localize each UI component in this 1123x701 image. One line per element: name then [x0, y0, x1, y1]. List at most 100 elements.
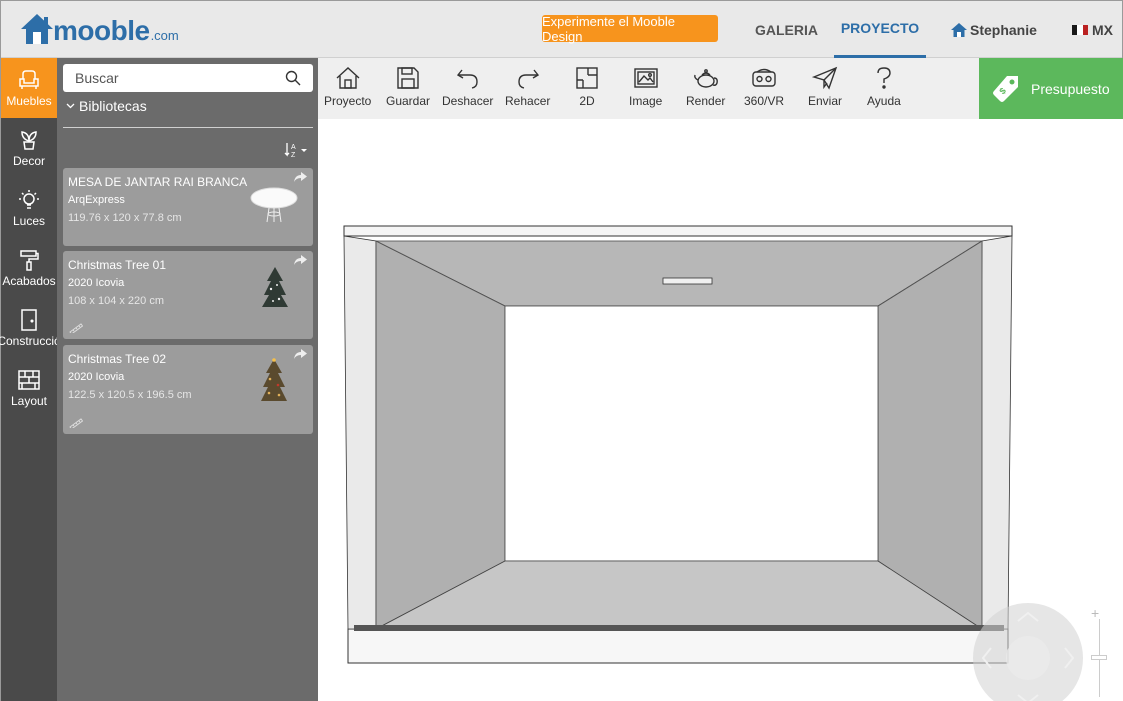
vr-headset-icon [752, 68, 776, 87]
logo-text: mooble [53, 15, 150, 46]
3d-viewport[interactable]: + [318, 119, 1123, 701]
mooble-logo[interactable]: mooble .com [19, 12, 179, 46]
christmas-tree-thumbnail [262, 267, 288, 307]
home-icon [951, 22, 967, 37]
plant-icon [21, 130, 37, 150]
tool-label: 2D [579, 94, 595, 108]
toolbar: Proyecto Guardar Deshacer Rehacer 2D Ima… [318, 58, 979, 119]
render-button[interactable]: Render [686, 66, 725, 114]
country-code: MX [1092, 21, 1113, 38]
armchair-icon [19, 69, 39, 89]
help-question-icon [877, 67, 891, 89]
category-construccion[interactable]: Construcció [0, 298, 61, 358]
svg-text:Z: Z [291, 152, 296, 158]
tool-label: Guardar [386, 94, 431, 108]
house-logo-icon [21, 14, 53, 44]
tool-label: Deshacer [442, 94, 494, 108]
category-luces[interactable]: Luces [1, 178, 57, 238]
category-decor[interactable]: Decor [1, 118, 57, 178]
mooble-design-promo-button[interactable]: Experimente el Mooble Design [542, 14, 718, 44]
lightbulb-icon [19, 189, 39, 209]
nav-proyecto[interactable]: PROYECTO [834, 1, 926, 58]
libraries-label: Bibliotecas [79, 98, 147, 114]
item-title: Christmas Tree 01 [68, 258, 167, 272]
library-panel: Bibliotecas AZ MESA DE JANTAR RAI BRANCA… [57, 58, 318, 701]
rehacer-button[interactable]: Rehacer [505, 66, 550, 114]
tool-label: Proyecto [324, 94, 372, 108]
item-dimensions: 122.5 x 120.5 x 196.5 cm [68, 389, 192, 401]
mexico-flag-icon [1072, 24, 1088, 35]
item-brand: ArqExpress [68, 194, 125, 206]
paper-plane-icon [812, 66, 838, 90]
category-label: Acabados [2, 273, 56, 288]
brick-wall-icon [18, 369, 40, 390]
round-table-thumbnail [250, 187, 298, 223]
tool-label: Render [686, 94, 726, 108]
zoom-slider-handle[interactable] [1091, 655, 1107, 660]
user-name: Stephanie [970, 21, 1037, 38]
christmas-tree-thumbnail [261, 358, 287, 401]
search-icon[interactable] [285, 70, 301, 86]
item-dimensions: 119.76 x 120 x 77.8 cm [68, 212, 182, 224]
ayuda-button[interactable]: Ayuda [867, 66, 901, 114]
library-item-christmas-tree-01[interactable]: Christmas Tree 01 2020 Icovia 108 x 104 … [63, 251, 313, 339]
category-label: Decor [12, 153, 45, 168]
360-vr-button[interactable]: 360/VR [744, 66, 784, 114]
undo-icon [456, 69, 478, 89]
logo-suffix: .com [150, 28, 179, 43]
floor-plan-icon [576, 67, 598, 89]
teapot-icon [693, 69, 718, 88]
divider [63, 127, 313, 128]
chevron-down-icon [66, 103, 75, 109]
item-title: MESA DE JANTAR RAI BRANCA [68, 175, 248, 189]
house-outline-icon [336, 67, 360, 89]
libraries-toggle[interactable]: Bibliotecas [66, 98, 147, 114]
save-icon [397, 67, 419, 89]
share-arrow-icon[interactable] [294, 172, 307, 182]
library-item-christmas-tree-02[interactable]: Christmas Tree 02 2020 Icovia 122.5 x 12… [63, 345, 313, 434]
tool-label: 360/VR [744, 94, 785, 108]
deshacer-button[interactable]: Deshacer [442, 66, 493, 114]
category-label: Layout [10, 393, 48, 408]
tool-label: Enviar [808, 94, 843, 108]
library-item-mesa-de-jantar[interactable]: MESA DE JANTAR RAI BRANCA ArqExpress 119… [63, 168, 313, 246]
sort-alpha-icon: AZ [284, 143, 307, 158]
paint-roller-icon [20, 249, 39, 271]
tool-label: Ayuda [867, 94, 901, 108]
nav-galeria[interactable]: GALERIA [755, 1, 818, 58]
ruler-icon [69, 323, 83, 333]
category-layout[interactable]: Layout [1, 358, 57, 418]
tool-label: Rehacer [505, 94, 551, 108]
door-icon [21, 308, 37, 331]
2d-view-button[interactable]: 2D [575, 66, 599, 114]
budget-label: Presupuesto [1031, 80, 1110, 97]
image-button[interactable]: Image [629, 66, 662, 114]
share-arrow-icon[interactable] [294, 349, 307, 359]
category-muebles[interactable]: Muebles [1, 58, 57, 118]
country-selector[interactable]: MX [1072, 1, 1113, 58]
image-icon [633, 68, 658, 88]
search-input[interactable] [75, 70, 275, 86]
redo-icon [517, 69, 539, 89]
guardar-button[interactable]: Guardar [386, 66, 430, 114]
top-header: mooble .com Experimente el Mooble Design… [1, 1, 1122, 58]
item-dimensions: 108 x 104 x 220 cm [68, 295, 165, 307]
category-acabados[interactable]: Acabados [1, 238, 57, 298]
category-sidebar: Muebles Decor Luces Acabados Construcció… [0, 58, 61, 701]
tool-label: Image [629, 94, 663, 108]
category-label: Muebles [6, 93, 52, 108]
search-box [63, 64, 313, 92]
share-arrow-icon[interactable] [294, 255, 307, 265]
item-title: Christmas Tree 02 [68, 352, 167, 366]
zoom-in-icon[interactable]: + [1091, 605, 1099, 621]
proyecto-button[interactable]: Proyecto [324, 66, 371, 114]
enviar-button[interactable]: Enviar [808, 66, 842, 114]
presupuesto-button[interactable]: $ Presupuesto [979, 58, 1123, 119]
category-label: Construcció [0, 333, 61, 348]
ruler-icon [69, 418, 83, 428]
category-label: Luces [12, 213, 46, 228]
sort-button[interactable]: AZ [284, 142, 308, 158]
item-brand: 2020 Icovia [68, 371, 125, 383]
user-menu[interactable]: Stephanie [951, 1, 1037, 58]
navigation-joystick[interactable] [973, 603, 1083, 701]
